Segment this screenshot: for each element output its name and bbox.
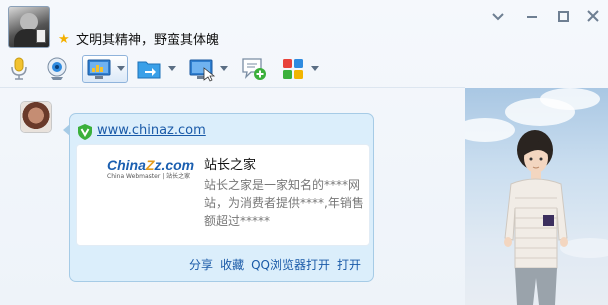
screen-share-icon[interactable] <box>86 56 112 82</box>
close-button[interactable] <box>585 8 601 24</box>
contact-avatar[interactable] <box>8 6 50 48</box>
minimize-button[interactable] <box>524 8 540 24</box>
card-title: 站长之家 <box>204 158 257 173</box>
card-description: 站长之家是一家知名的****网站，为消费者提供****,年销售额超过***** <box>204 178 364 228</box>
mobile-device-icon <box>36 29 46 43</box>
contact-signature: 文明其精神，野蛮其体魄 <box>76 33 220 48</box>
apps-icon[interactable] <box>280 56 306 82</box>
open-in-qq-browser-link[interactable]: QQ浏览器打开 <box>251 258 330 272</box>
chat-window: ★ 文明其精神，野蛮其体魄 www.chinaz.com ChinaZz.com… <box>0 0 608 305</box>
maximize-button[interactable] <box>555 8 571 24</box>
favorite-link[interactable]: 收藏 <box>220 258 244 272</box>
remote-desktop-icon[interactable] <box>188 56 216 82</box>
file-transfer-icon[interactable] <box>136 56 162 82</box>
chat-add-icon[interactable] <box>241 56 267 82</box>
site-logo: ChinaZz.com China Webmaster | 站长之家 <box>107 157 195 180</box>
verified-shield-icon <box>78 124 92 140</box>
sender-avatar[interactable] <box>21 102 51 132</box>
open-link[interactable]: 打开 <box>337 258 361 272</box>
mic-icon[interactable] <box>7 56 33 82</box>
apps-dropdown-icon[interactable] <box>311 66 319 71</box>
menu-chevron-icon[interactable] <box>490 8 506 24</box>
camera-icon[interactable] <box>44 56 70 82</box>
card-actions: 分享 收藏 QQ浏览器打开 打开 <box>189 256 361 273</box>
avatar-show-panel <box>465 88 608 305</box>
star-icon: ★ <box>58 32 70 47</box>
file-transfer-dropdown-icon[interactable] <box>168 66 176 71</box>
screen-share-dropdown-icon[interactable] <box>117 66 125 71</box>
share-link[interactable]: 分享 <box>189 258 213 272</box>
avatar-character-figure <box>504 130 568 305</box>
link-preview-card[interactable]: www.chinaz.com ChinaZz.com China Webmast… <box>63 113 374 282</box>
card-link[interactable]: www.chinaz.com <box>97 123 206 138</box>
remote-desktop-dropdown-icon[interactable] <box>220 66 228 71</box>
toolbar-divider <box>0 87 465 88</box>
